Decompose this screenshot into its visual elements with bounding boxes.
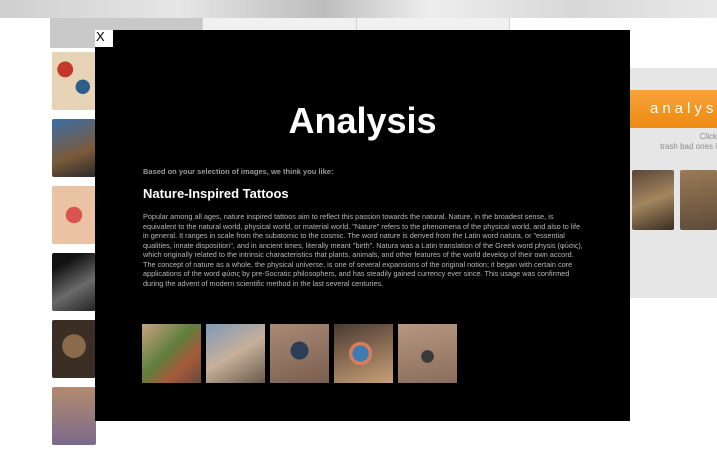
tattoo-thumbnail[interactable] — [52, 320, 96, 378]
gallery-image[interactable] — [398, 324, 457, 383]
modal-intro-text: Based on your selection of images, we th… — [143, 167, 334, 176]
close-modal-button[interactable]: X — [95, 30, 113, 47]
panel-hint-line: Click — [699, 132, 717, 141]
tattoo-thumbnail[interactable] — [52, 387, 96, 445]
tattoo-thumbnail[interactable] — [52, 186, 96, 244]
gallery-image[interactable] — [334, 324, 393, 383]
panel-hint-line: trash bad ones i — [660, 142, 717, 151]
tattoo-thumbnail[interactable] — [52, 52, 96, 110]
gallery-image[interactable] — [142, 324, 201, 383]
page-header-banner — [0, 0, 717, 18]
selected-tattoo-thumbnail[interactable] — [680, 170, 717, 230]
example-tattoo-gallery — [142, 324, 457, 383]
tattoo-thumbnail-column — [52, 52, 96, 454]
selected-tattoo-thumbnail[interactable] — [632, 170, 674, 230]
analysis-banner[interactable]: analys — [630, 90, 717, 128]
gallery-image[interactable] — [270, 324, 329, 383]
tattoo-thumbnail[interactable] — [52, 253, 96, 311]
modal-title: Analysis — [288, 100, 437, 141]
panel-hint-text: Click trash bad ones i — [630, 132, 717, 152]
tattoo-thumbnail[interactable] — [52, 119, 96, 177]
style-description: Popular among all ages, nature inspired … — [143, 212, 583, 288]
style-result-heading: Nature-Inspired Tattoos — [143, 186, 289, 201]
analysis-modal: Analysis Based on your selection of imag… — [95, 30, 630, 421]
right-analysis-panel: analys Click trash bad ones i — [630, 68, 717, 298]
gallery-image[interactable] — [206, 324, 265, 383]
